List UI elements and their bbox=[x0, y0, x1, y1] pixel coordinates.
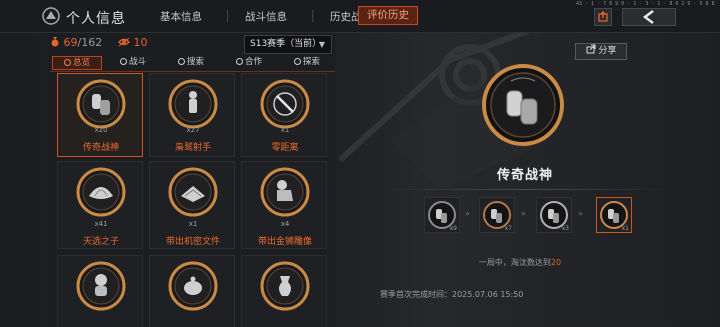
cooperation-icon bbox=[235, 58, 243, 65]
badge-card[interactable] bbox=[241, 255, 327, 327]
season-value: S13赛季（当前） bbox=[250, 39, 322, 49]
filter-underline bbox=[50, 71, 335, 72]
total-count: /162 bbox=[77, 36, 103, 49]
tab-basic-info[interactable]: 基本信息 bbox=[160, 9, 202, 24]
badge-card[interactable]: x1 零距离 bbox=[241, 73, 327, 157]
combat-icon bbox=[119, 58, 127, 65]
badge-count: x1 bbox=[188, 220, 198, 228]
badge-count: x20 bbox=[94, 126, 108, 134]
first-completion-time: 赛季首次完成时间：2025.07.06 15:50 bbox=[380, 290, 524, 299]
season-select[interactable]: S13赛季（当前） ▼ bbox=[244, 35, 332, 54]
lion-statue-medal-icon bbox=[260, 167, 310, 217]
badge-card[interactable]: x27 枭鹫射手 bbox=[149, 73, 235, 157]
badge-collection-stat: 69/162 bbox=[50, 36, 110, 49]
chevron-down-icon: ▼ bbox=[318, 40, 325, 49]
server-info: 43 · 1 · 7 8 9 0 · 1 · 3 · 1 · 8 6 2 9 ·… bbox=[576, 1, 715, 7]
badge-name: 零距离 bbox=[271, 143, 299, 153]
share-icon bbox=[586, 44, 596, 54]
eye-stat: 10 bbox=[118, 36, 158, 49]
filter-tabs: 总览 战斗 搜索 合作 探索 bbox=[50, 56, 335, 70]
tier-count: x7 bbox=[504, 225, 512, 232]
badge-card[interactable] bbox=[149, 255, 235, 327]
eye-icon bbox=[118, 37, 130, 47]
dog-tags-medal-icon bbox=[76, 79, 126, 129]
filter-combat[interactable]: 战斗 bbox=[108, 56, 158, 70]
divider bbox=[383, 189, 668, 190]
badge-card[interactable]: x4 带出金狮雕像 bbox=[241, 161, 327, 249]
collected-count: 69 bbox=[63, 36, 78, 49]
tier-item-current[interactable]: x1 bbox=[596, 197, 632, 233]
requirement-value: 20 bbox=[550, 258, 562, 267]
badge-card[interactable] bbox=[57, 255, 143, 327]
filter-overview[interactable]: 总览 bbox=[52, 56, 102, 70]
filter-label: 搜索 bbox=[186, 57, 204, 67]
filter-label: 战斗 bbox=[128, 57, 146, 67]
badge-count: x4 bbox=[280, 220, 290, 228]
vase-medal-icon bbox=[260, 261, 310, 311]
filter-label: 总览 bbox=[72, 58, 90, 68]
badge-count: x41 bbox=[94, 220, 108, 228]
search-icon bbox=[177, 58, 185, 65]
badge-name: 传奇战神 bbox=[82, 143, 119, 153]
share-button[interactable]: 分享 bbox=[575, 43, 627, 60]
export-button[interactable] bbox=[594, 8, 612, 26]
badge-detail-title: 传奇战神 bbox=[496, 168, 553, 183]
badge-name: 枭鹫射手 bbox=[174, 143, 211, 153]
tier-arrow-icon: » bbox=[521, 209, 526, 218]
badge-name: 带出机密文件 bbox=[165, 237, 220, 247]
back-button[interactable] bbox=[622, 8, 676, 26]
tab-separator bbox=[312, 10, 313, 22]
requirement-text: 一局中，淘汰数达到 bbox=[478, 258, 551, 267]
filter-label: 合作 bbox=[244, 57, 262, 67]
tier-count: x1 bbox=[621, 225, 629, 232]
tier-arrow-icon: » bbox=[465, 209, 470, 218]
tier-count: x3 bbox=[561, 225, 569, 232]
lotus-medal-icon bbox=[76, 167, 126, 217]
filter-label: 探索 bbox=[302, 57, 320, 67]
explore-icon bbox=[293, 58, 301, 65]
chevron-left-icon bbox=[642, 10, 654, 24]
figure-medal-icon bbox=[76, 261, 126, 311]
badge-card[interactable]: x1 带出机密文件 bbox=[149, 161, 235, 249]
filter-search[interactable]: 搜索 bbox=[166, 56, 216, 70]
document-medal-icon bbox=[168, 167, 218, 217]
filter-cooperation[interactable]: 合作 bbox=[224, 56, 274, 70]
tier-item[interactable]: x7 bbox=[479, 197, 515, 233]
export-icon bbox=[598, 11, 608, 22]
teapot-medal-icon bbox=[168, 261, 218, 311]
page-title: 个人信息 bbox=[66, 11, 126, 27]
tier-item[interactable]: x3 bbox=[536, 197, 572, 233]
badge-count: x1 bbox=[280, 126, 290, 134]
tier-arrow-icon: » bbox=[578, 209, 583, 218]
badge-card[interactable]: x41 天选之子 bbox=[57, 161, 143, 249]
tab-rating-history[interactable]: 评价历史 bbox=[358, 6, 418, 25]
medal-icon bbox=[51, 37, 59, 47]
selected-badge-medal-icon bbox=[482, 64, 564, 146]
eye-count: 10 bbox=[133, 36, 148, 49]
top-bar: 个人信息 基本信息 战斗信息 历史战绩 评价历史 43 · 1 · 7 8 9 … bbox=[0, 0, 720, 33]
knife-medal-icon bbox=[260, 79, 310, 129]
game-logo-icon bbox=[42, 7, 60, 25]
tab-battle-info[interactable]: 战斗信息 bbox=[245, 9, 287, 24]
filter-explore[interactable]: 探索 bbox=[282, 56, 332, 70]
tab-separator bbox=[227, 10, 228, 22]
badge-count: x27 bbox=[186, 126, 200, 134]
tier-count: x9 bbox=[449, 225, 457, 232]
tier-requirement: 一局中，淘汰数达到20 bbox=[420, 257, 620, 268]
tier-item[interactable]: x9 bbox=[424, 197, 460, 233]
sniper-figure-medal-icon bbox=[168, 79, 218, 129]
overview-icon bbox=[63, 59, 71, 66]
badge-name: 天选之子 bbox=[82, 237, 119, 247]
badge-card[interactable]: x20 传奇战神 bbox=[57, 73, 143, 157]
badge-name: 带出金狮雕像 bbox=[257, 237, 312, 247]
share-label: 分享 bbox=[598, 46, 617, 56]
